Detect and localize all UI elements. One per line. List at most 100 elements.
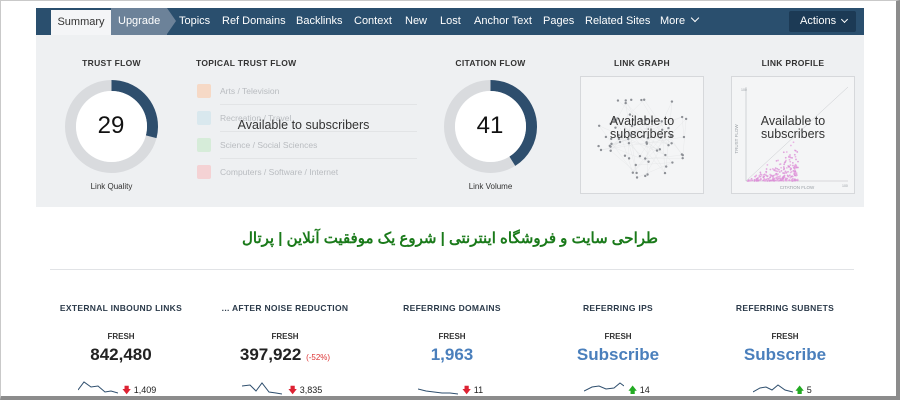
subscribe-link[interactable]: Subscribe bbox=[700, 345, 870, 367]
metric-after-noise-reduction: ... AFTER NOISE REDUCTION FRESH 397,922 … bbox=[200, 303, 370, 367]
graph-node bbox=[610, 142, 613, 146]
trend-sparkline bbox=[418, 388, 458, 395]
profile-point bbox=[782, 166, 785, 168]
metric-index-label: FRESH bbox=[271, 332, 299, 341]
change-indicator: 🡇 11 bbox=[462, 383, 483, 399]
metric-value-number: 397,922 bbox=[239, 345, 302, 364]
arrow-down-icon: 🡇 bbox=[122, 385, 132, 395]
tab-ref-domains[interactable]: Ref Domains bbox=[222, 8, 286, 35]
tab-summary[interactable]: Summary bbox=[51, 10, 111, 35]
topical-subscribers-overlay[interactable]: Available to subscribers bbox=[216, 119, 391, 132]
profile-point bbox=[756, 179, 759, 182]
profile-point bbox=[778, 171, 781, 173]
profile-point bbox=[757, 177, 759, 179]
graph-edge bbox=[646, 142, 672, 144]
profile-point bbox=[764, 179, 766, 182]
metric-index-label: FRESH bbox=[107, 332, 135, 341]
tab-backlinks[interactable]: Backlinks bbox=[296, 8, 342, 35]
tab-more[interactable]: More bbox=[660, 8, 700, 35]
profile-point bbox=[795, 172, 798, 174]
profile-point bbox=[790, 144, 792, 147]
topical-item-label: Science / Social Sciences bbox=[220, 140, 318, 150]
profile-point bbox=[778, 163, 781, 166]
graph-node bbox=[658, 148, 662, 151]
profile-point bbox=[770, 174, 773, 177]
graph-node bbox=[635, 176, 639, 179]
profile-point bbox=[785, 177, 787, 180]
change-value: 11 bbox=[473, 385, 484, 395]
metric-percent-change: (-52%) bbox=[306, 353, 331, 362]
profile-point bbox=[785, 166, 788, 169]
metric-title: EXTERNAL INBOUND LINKS bbox=[59, 303, 183, 313]
profile-point bbox=[795, 174, 798, 177]
profile-point bbox=[793, 165, 796, 168]
topical-item: Arts / Television bbox=[197, 84, 417, 105]
profile-point bbox=[794, 174, 797, 177]
graph-node bbox=[663, 171, 667, 175]
profile-point bbox=[757, 179, 760, 181]
link-profile-y-max: 100 bbox=[741, 88, 747, 92]
graph-node bbox=[670, 100, 674, 103]
profile-point bbox=[778, 179, 781, 182]
profile-point bbox=[783, 172, 786, 175]
profile-point bbox=[776, 174, 778, 176]
profile-point bbox=[788, 179, 791, 181]
tab-anchor-text[interactable]: Anchor Text bbox=[474, 8, 532, 35]
tab-lost[interactable]: Lost bbox=[440, 8, 461, 35]
metric-value[interactable]: 397,922 (-52%) bbox=[200, 345, 370, 367]
tab-new[interactable]: New bbox=[405, 8, 427, 35]
metric-index-label: FRESH bbox=[438, 332, 466, 341]
profile-point bbox=[765, 174, 768, 177]
graph-node bbox=[681, 156, 684, 160]
tab-upgrade[interactable]: Upgrade bbox=[111, 8, 176, 35]
change-indicator: 🡇 1,409 bbox=[122, 383, 156, 399]
actions-button[interactable]: Actions bbox=[789, 11, 856, 32]
profile-point bbox=[782, 180, 785, 182]
change-value: 3,835 bbox=[299, 385, 323, 395]
profile-point bbox=[791, 156, 794, 159]
profile-point bbox=[788, 156, 790, 159]
profile-point bbox=[789, 160, 792, 163]
tab-related-sites[interactable]: Related Sites bbox=[585, 8, 650, 35]
tab-pages[interactable]: Pages bbox=[543, 8, 574, 35]
metric-external-inbound-links: EXTERNAL INBOUND LINKS FRESH 842,480 bbox=[36, 303, 206, 367]
profile-point bbox=[792, 178, 794, 180]
profile-point bbox=[794, 169, 796, 172]
graph-node bbox=[642, 98, 646, 101]
profile-point bbox=[792, 164, 794, 167]
graph-edge bbox=[610, 150, 637, 174]
graph-node bbox=[644, 157, 647, 160]
topical-item-label: Computers / Software / Internet bbox=[220, 167, 339, 177]
link-profile-subscribers-overlay[interactable]: Available to subscribers bbox=[731, 115, 855, 141]
graph-node bbox=[624, 99, 627, 102]
graph-node bbox=[635, 171, 638, 175]
citation-flow-caption: Link Volume bbox=[468, 182, 513, 191]
profile-point bbox=[786, 174, 789, 177]
graph-node bbox=[597, 144, 600, 148]
graph-node bbox=[647, 160, 650, 163]
link-profile-title: LINK PROFILE bbox=[761, 58, 825, 68]
metric-value[interactable]: 842,480 bbox=[36, 345, 206, 367]
profile-point bbox=[780, 169, 783, 172]
profile-point bbox=[777, 175, 779, 178]
trust-flow-caption: Link Quality bbox=[90, 182, 133, 191]
profile-point bbox=[759, 173, 762, 175]
metric-index-label: FRESH bbox=[771, 332, 799, 341]
profile-point bbox=[782, 168, 785, 171]
graph-node bbox=[631, 171, 635, 174]
link-graph-subscribers-overlay[interactable]: Available to subscribers bbox=[580, 115, 704, 141]
metric-title: ... AFTER NOISE REDUCTION bbox=[221, 303, 349, 313]
metric-value[interactable]: 1,963 bbox=[367, 345, 537, 367]
profile-point bbox=[769, 168, 772, 171]
trend-sparkline bbox=[242, 382, 282, 395]
tab-context[interactable]: Context bbox=[354, 8, 392, 35]
graph-node bbox=[645, 141, 648, 144]
graph-node bbox=[681, 153, 684, 157]
tab-topics[interactable]: Topics bbox=[179, 8, 210, 35]
chevron-down-icon bbox=[690, 13, 700, 23]
subscribe-link[interactable]: Subscribe bbox=[533, 345, 703, 367]
profile-point bbox=[753, 178, 756, 181]
graph-node bbox=[664, 153, 667, 157]
profile-point bbox=[774, 169, 777, 172]
profile-point bbox=[767, 178, 770, 181]
